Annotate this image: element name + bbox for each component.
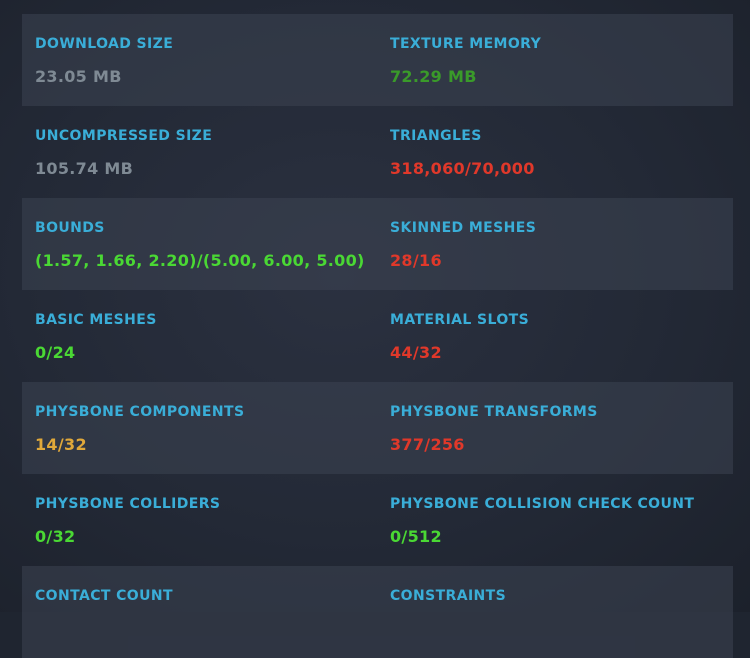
stat-triangles: TRIANGLES 318,060/70,000 [390, 106, 730, 198]
stat-value: 14/32 [35, 435, 87, 454]
stat-value: 0/24 [35, 343, 76, 362]
stat-row-physbone-colliders-checks: PHYSBONE COLLIDERS 0/32 PHYSBONE COLLISI… [22, 474, 733, 566]
stat-label: MATERIAL SLOTS [390, 312, 530, 328]
stat-label: PHYSBONE COLLISION CHECK COUNT [390, 496, 695, 512]
stat-label: DOWNLOAD SIZE [35, 36, 174, 52]
stat-label: CONSTRAINTS [390, 588, 507, 604]
stat-label: BASIC MESHES [35, 312, 157, 328]
stat-row-contact-constraints: CONTACT COUNT CONSTRAINTS [22, 566, 733, 658]
stat-contact-count: CONTACT COUNT [35, 566, 375, 658]
performance-stats-panel: DOWNLOAD SIZE 23.05 MB TEXTURE MEMORY 72… [0, 0, 750, 658]
stat-label: TRIANGLES [390, 128, 482, 144]
stat-value: 72.29 MB [390, 67, 477, 86]
stat-label: PHYSBONE TRANSFORMS [390, 404, 598, 420]
stat-value: 23.05 MB [35, 67, 122, 86]
stat-skinned-meshes: SKINNED MESHES 28/16 [390, 198, 730, 290]
stat-download-size: DOWNLOAD SIZE 23.05 MB [35, 14, 375, 106]
stat-row-bounds-skinned: BOUNDS (1.57, 1.66, 2.20)/(5.00, 6.00, 5… [22, 198, 733, 290]
stat-value: 28/16 [390, 251, 442, 270]
stat-value: 377/256 [390, 435, 465, 454]
stats-list: DOWNLOAD SIZE 23.05 MB TEXTURE MEMORY 72… [22, 14, 733, 658]
stat-physbone-transforms: PHYSBONE TRANSFORMS 377/256 [390, 382, 730, 474]
stat-label: TEXTURE MEMORY [390, 36, 542, 52]
stat-row-physbone-components-transforms: PHYSBONE COMPONENTS 14/32 PHYSBONE TRANS… [22, 382, 733, 474]
stat-value: 44/32 [390, 343, 442, 362]
stat-row-uncompressed-triangles: UNCOMPRESSED SIZE 105.74 MB TRIANGLES 31… [22, 106, 733, 198]
stat-physbone-collision-check-count: PHYSBONE COLLISION CHECK COUNT 0/512 [390, 474, 730, 566]
stat-value: 105.74 MB [35, 159, 134, 178]
stat-constraints: CONSTRAINTS [390, 566, 730, 658]
stat-label: SKINNED MESHES [390, 220, 537, 236]
stat-uncompressed-size: UNCOMPRESSED SIZE 105.74 MB [35, 106, 375, 198]
stat-value: (1.57, 1.66, 2.20)/(5.00, 6.00, 5.00) [35, 251, 365, 270]
stat-texture-memory: TEXTURE MEMORY 72.29 MB [390, 14, 730, 106]
stat-bounds: BOUNDS (1.57, 1.66, 2.20)/(5.00, 6.00, 5… [35, 198, 375, 290]
stat-value: 0/32 [35, 527, 76, 546]
stat-value: 318,060/70,000 [390, 159, 535, 178]
stat-label: CONTACT COUNT [35, 588, 173, 604]
stat-label: PHYSBONE COLLIDERS [35, 496, 221, 512]
stat-label: BOUNDS [35, 220, 105, 236]
stat-physbone-components: PHYSBONE COMPONENTS 14/32 [35, 382, 375, 474]
stat-row-download-texture: DOWNLOAD SIZE 23.05 MB TEXTURE MEMORY 72… [22, 14, 733, 106]
stat-material-slots: MATERIAL SLOTS 44/32 [390, 290, 730, 382]
stat-physbone-colliders: PHYSBONE COLLIDERS 0/32 [35, 474, 375, 566]
stat-basic-meshes: BASIC MESHES 0/24 [35, 290, 375, 382]
stat-row-basic-material: BASIC MESHES 0/24 MATERIAL SLOTS 44/32 [22, 290, 733, 382]
stat-value: 0/512 [390, 527, 442, 546]
stat-label: PHYSBONE COMPONENTS [35, 404, 245, 420]
stat-label: UNCOMPRESSED SIZE [35, 128, 213, 144]
